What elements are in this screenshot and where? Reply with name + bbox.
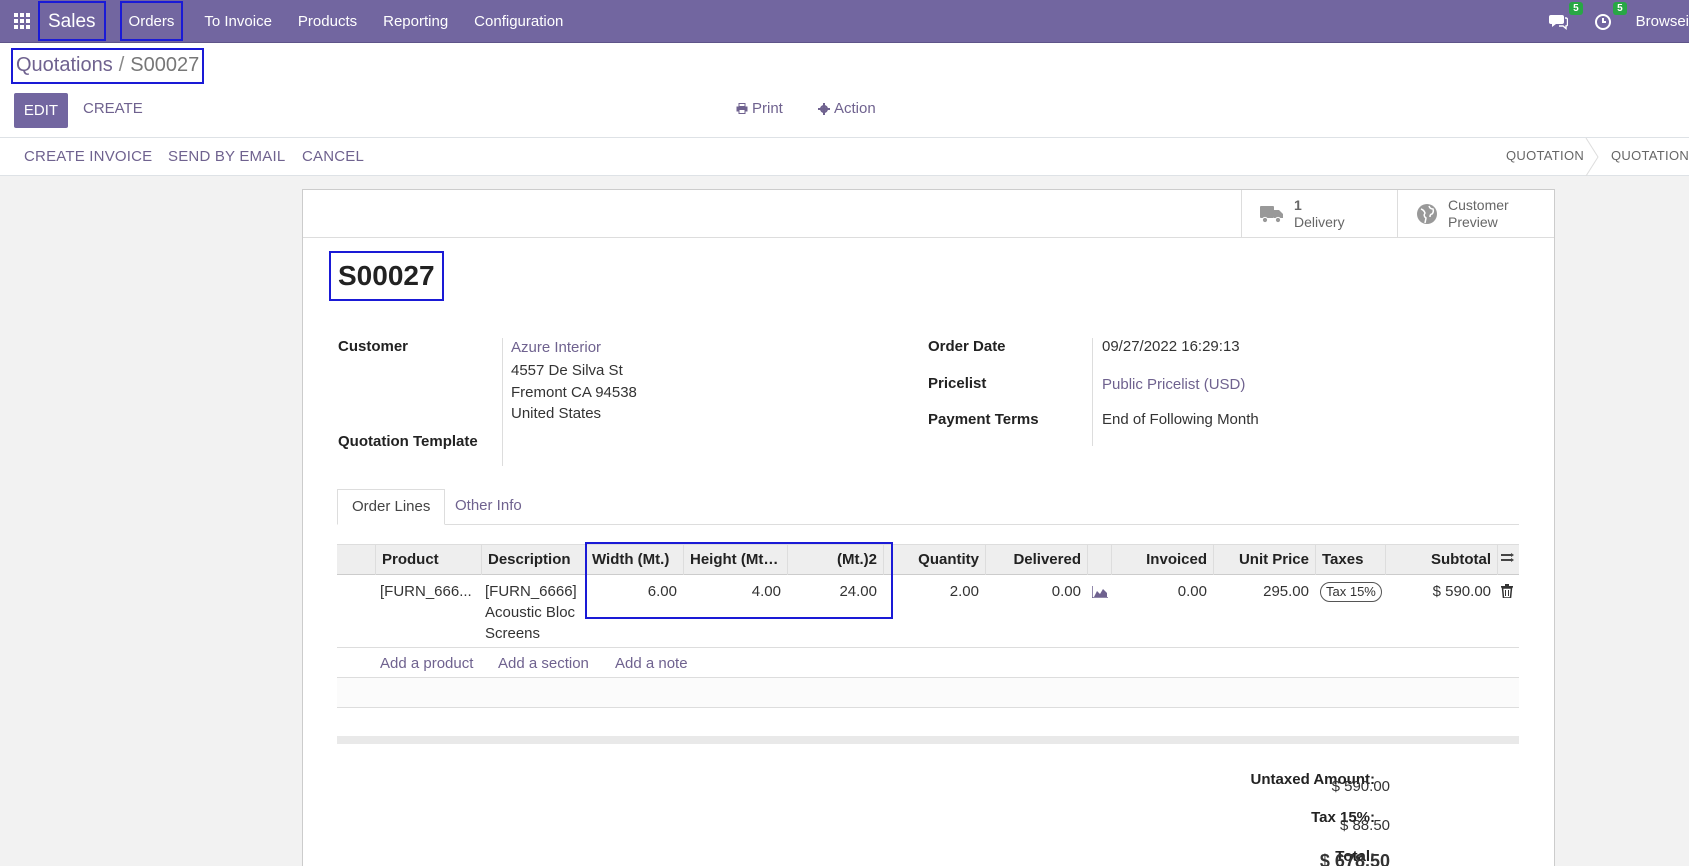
form-sheet: 1 Delivery Customer Preview S00027 Custo… [302, 189, 1555, 866]
record-title: S00027 [329, 251, 444, 301]
status-bar: CREATE INVOICE SEND BY EMAIL CANCEL QUOT… [0, 137, 1689, 176]
row-taxes: Tax 15% [1320, 582, 1382, 602]
create-button[interactable]: CREATE [83, 100, 143, 117]
truck-icon [1260, 206, 1283, 224]
customer-street: 4557 De Silva St [511, 362, 623, 379]
notebook-tabs: Order Lines Other Info [337, 489, 1519, 525]
customer-city: Fremont CA 94538 [511, 384, 637, 401]
table-row[interactable]: [FURN_666... [FURN_6666] Acoustic Bloc S… [337, 575, 1519, 648]
smart-buttons-bar: 1 Delivery Customer Preview [303, 190, 1554, 238]
preview-line2: Preview [1448, 214, 1498, 230]
row-quantity: 2.00 [949, 583, 979, 600]
pricelist-link[interactable]: Public Pricelist (USD) [1102, 376, 1245, 393]
messages-icon[interactable]: 5 [1548, 1, 1583, 33]
menu-to-invoice[interactable]: To Invoice [191, 0, 285, 43]
pricelist-label: Pricelist [928, 375, 987, 392]
gear-icon [818, 102, 830, 115]
col-quantity[interactable]: Quantity [883, 545, 985, 575]
add-line-row: Add a product Add a section Add a note [337, 648, 1519, 678]
customer-link[interactable]: Azure Interior [511, 339, 601, 356]
stage-quotation-sent[interactable]: QUOTATION S [1611, 148, 1689, 163]
col-taxes[interactable]: Taxes [1315, 545, 1385, 575]
stage-quotation[interactable]: QUOTATION [1506, 148, 1584, 163]
description-line-1: [FURN_6666] [485, 583, 577, 600]
print-label: Print [752, 100, 783, 117]
tax-value: $ 88.50 [1339, 817, 1390, 834]
cancel-button[interactable]: CANCEL [302, 148, 364, 165]
col-product[interactable]: Product [375, 545, 481, 575]
empty-row [337, 678, 1519, 708]
tab-other-info[interactable]: Other Info [441, 489, 536, 525]
customer-label: Customer [338, 338, 409, 355]
app-name-sales[interactable]: Sales [38, 1, 106, 41]
tax-tag: Tax 15% [1320, 582, 1382, 602]
delivery-smart-button[interactable]: 1 Delivery [1241, 190, 1397, 238]
menu-products[interactable]: Products [285, 0, 370, 43]
menu-reporting[interactable]: Reporting [370, 0, 461, 43]
breadcrumb: Quotations / S00027 [11, 48, 205, 84]
description-line-3: Screens [485, 625, 541, 642]
col-delivered[interactable]: Delivered [985, 545, 1087, 575]
payment-terms-value: End of Following Month [1102, 411, 1259, 428]
handle-column-header [337, 545, 375, 575]
table-header: Product Description Width (Mt.) Height (… [337, 544, 1519, 575]
tab-order-lines[interactable]: Order Lines [337, 489, 446, 525]
action-dropdown[interactable]: Action [818, 100, 876, 117]
highlight-dimension-columns [585, 542, 893, 619]
activities-clock-icon[interactable]: 5 [1592, 1, 1627, 33]
forecast-column-header [1087, 545, 1111, 575]
trash-icon[interactable] [1501, 584, 1513, 602]
add-section-link[interactable]: Add a section [498, 655, 589, 672]
customer-country: United States [511, 405, 602, 422]
col-unit-price[interactable]: Unit Price [1213, 545, 1315, 575]
stage-separator-icon [1585, 138, 1599, 176]
untaxed-amount-value: $ 590.00 [1331, 778, 1390, 795]
print-dropdown[interactable]: Print [736, 100, 783, 117]
field-divider [502, 338, 503, 466]
row-delivered: 0.00 [1051, 583, 1081, 600]
print-icon [736, 103, 748, 114]
messages-badge: 5 [1569, 1, 1583, 15]
delivery-label: Delivery [1294, 214, 1345, 230]
add-product-link[interactable]: Add a product [380, 655, 473, 672]
order-date-value: 09/27/2022 16:29:13 [1102, 338, 1240, 355]
top-navbar: Sales Orders To Invoice Products Reporti… [0, 0, 1689, 43]
row-subtotal: $ 590.00 [1432, 583, 1491, 600]
row-description: [FURN_6666] Acoustic Bloc Screens [485, 581, 577, 644]
optional-columns-icon[interactable] [1497, 545, 1519, 575]
description-line-2: Acoustic Bloc [485, 604, 576, 621]
user-menu[interactable]: Browsei [1636, 13, 1689, 30]
delivery-count: 1 [1294, 197, 1302, 213]
quotation-template-label: Quotation Template [338, 433, 478, 450]
breadcrumb-separator: / [118, 54, 125, 76]
edit-button[interactable]: EDIT [14, 93, 68, 128]
col-subtotal[interactable]: Subtotal [1385, 545, 1497, 575]
col-invoiced[interactable]: Invoiced [1111, 545, 1213, 575]
field-divider-right [1092, 338, 1093, 446]
forecast-chart-icon[interactable] [1091, 585, 1108, 602]
send-by-email-button[interactable]: SEND BY EMAIL [168, 148, 285, 165]
control-panel: Quotations / S00027 EDIT CREATE Print Acti… [0, 43, 1689, 137]
table-footer [337, 736, 1519, 744]
payment-terms-label: Payment Terms [928, 411, 1039, 428]
menu-configuration[interactable]: Configuration [461, 0, 576, 43]
breadcrumb-quotations-link[interactable]: Quotations [16, 54, 113, 76]
total-value: $ 678.50 [1319, 851, 1390, 866]
activities-badge: 5 [1613, 1, 1627, 15]
breadcrumb-current: S00027 [130, 54, 200, 76]
action-label: Action [834, 100, 876, 117]
create-invoice-button[interactable]: CREATE INVOICE [24, 148, 152, 165]
col-description[interactable]: Description [481, 545, 585, 575]
order-date-label: Order Date [928, 338, 1006, 355]
customer-preview-smart-button[interactable]: Customer Preview [1397, 190, 1555, 238]
row-product[interactable]: [FURN_666... [380, 583, 476, 600]
add-note-link[interactable]: Add a note [615, 655, 688, 672]
row-invoiced: 0.00 [1177, 583, 1207, 600]
row-unit-price: 295.00 [1263, 583, 1309, 600]
globe-icon [1417, 204, 1437, 224]
preview-line1: Customer [1448, 197, 1509, 213]
menu-orders[interactable]: Orders [119, 1, 184, 41]
